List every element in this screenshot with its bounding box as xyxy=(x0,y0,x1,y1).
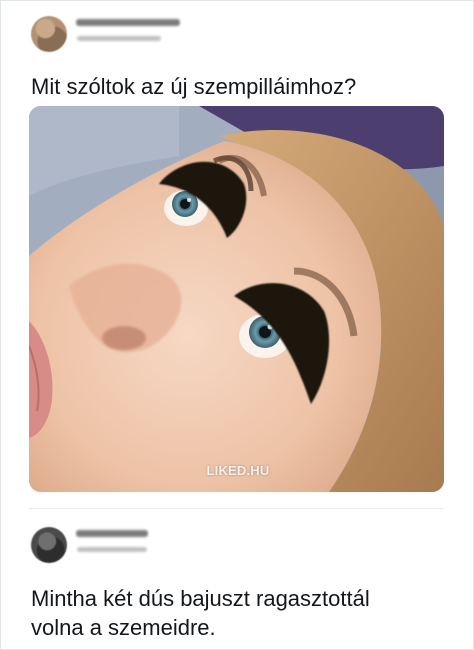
tweet-text: Mit szóltok az új szempilláimhoz? xyxy=(31,74,357,99)
blurred-display-name[interactable] xyxy=(76,530,148,537)
lashes-photo-illustration xyxy=(29,106,444,492)
blurred-username[interactable] xyxy=(77,547,147,552)
watermark: LIKED.HU xyxy=(206,463,270,478)
nostril xyxy=(102,326,146,350)
tweet-photo[interactable] xyxy=(29,106,444,492)
reply-text: Mintha két dús bajuszt ragasztottál voln… xyxy=(31,586,370,640)
divider xyxy=(29,508,444,509)
avatar[interactable] xyxy=(31,527,67,563)
blurred-display-name[interactable] xyxy=(76,19,180,26)
avatar[interactable] xyxy=(31,16,67,52)
blurred-username[interactable] xyxy=(77,36,161,41)
